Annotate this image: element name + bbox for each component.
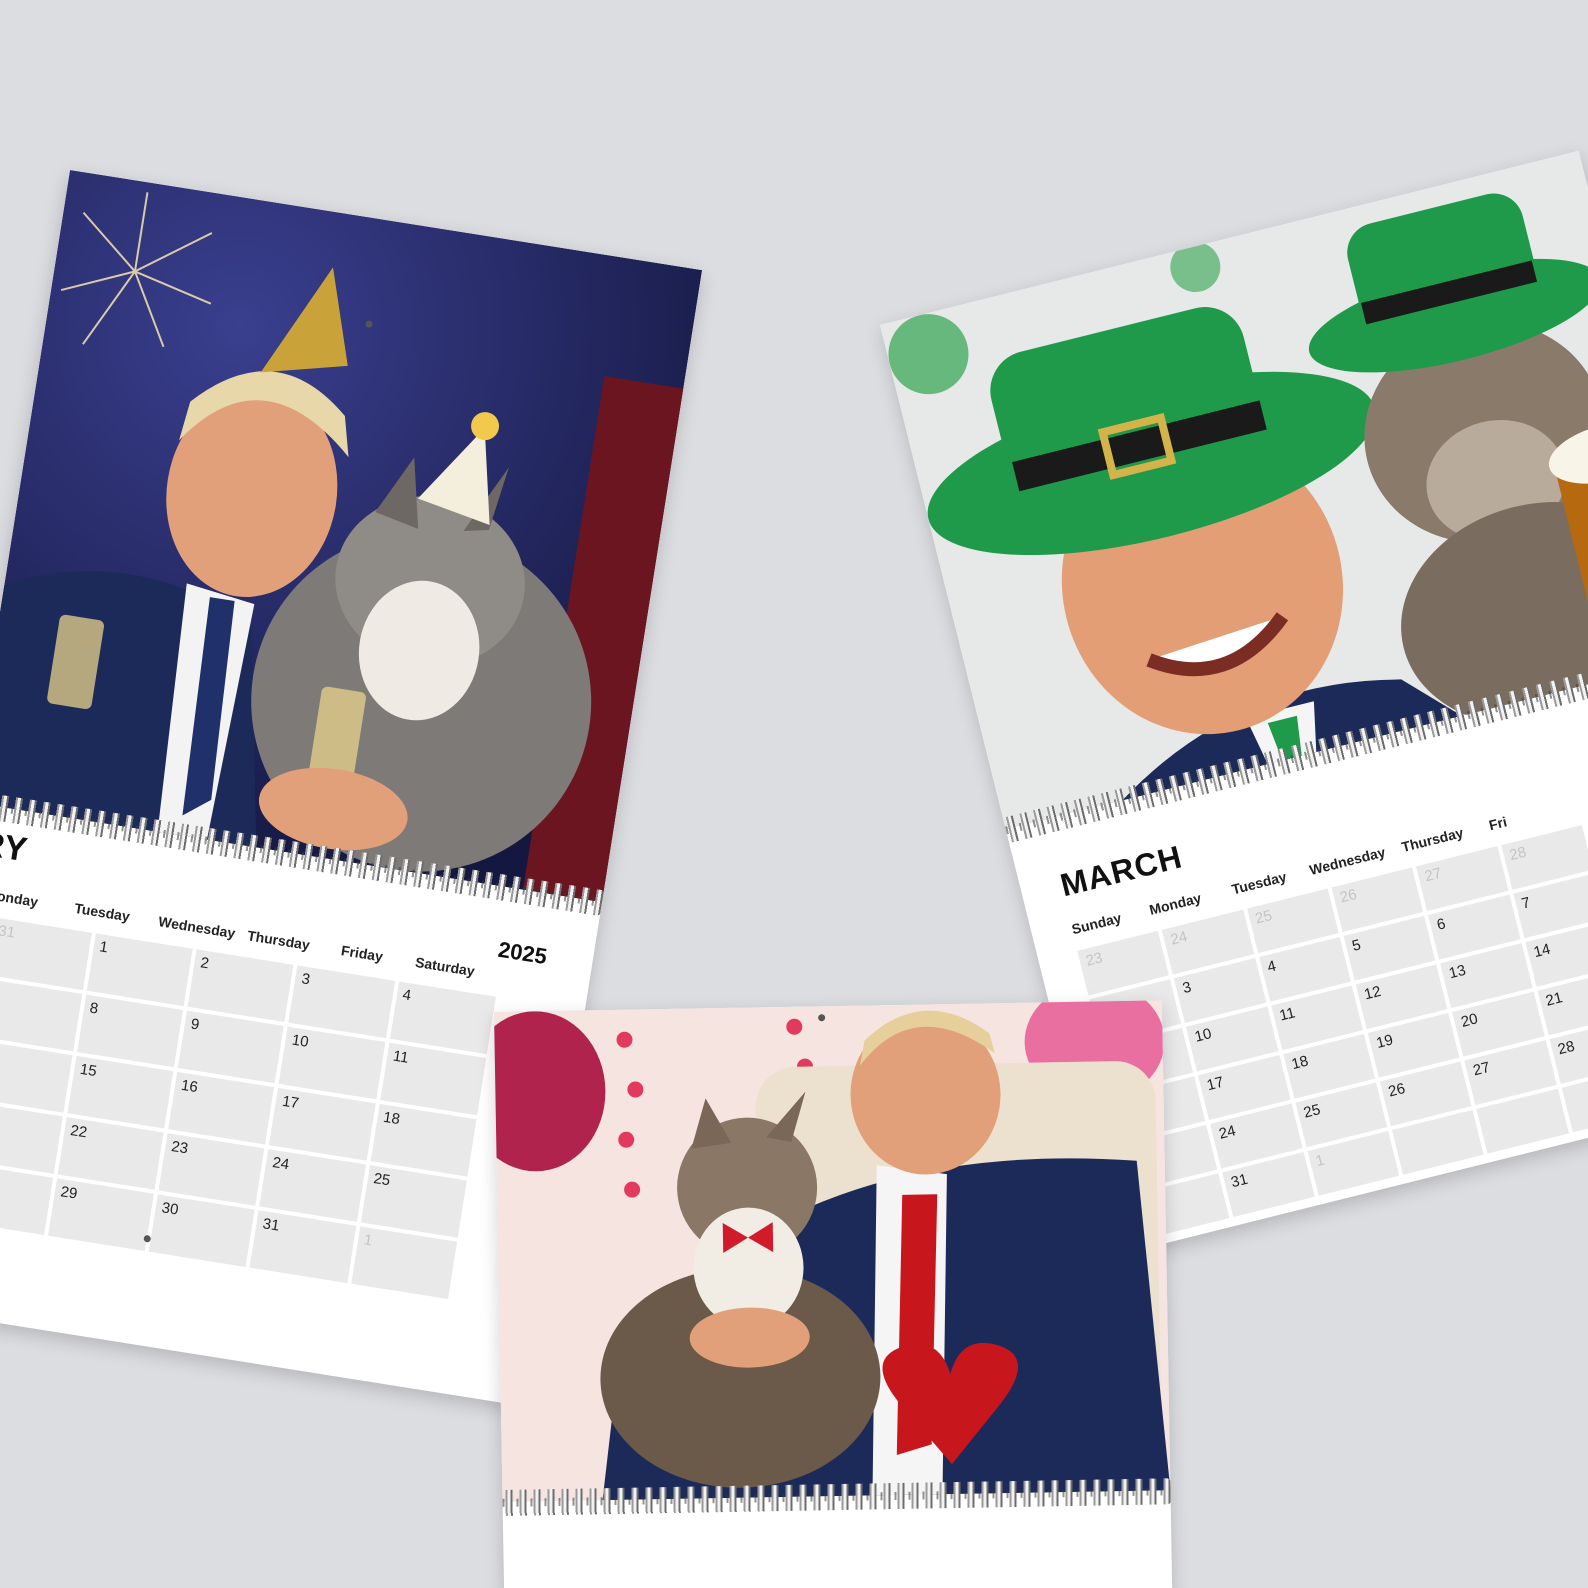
date-cell: 31 (249, 1210, 357, 1284)
date-cell: 29 (47, 1178, 154, 1252)
date-cell: 1 (86, 933, 193, 1007)
day-header: Wednesday (157, 913, 237, 942)
date-cell: 1 (350, 1226, 458, 1300)
march-photo (880, 150, 1588, 830)
date-cell: 4 (389, 981, 496, 1055)
day-header: Tuesday (73, 899, 131, 925)
date-cell: 15 (67, 1055, 174, 1129)
february-calendar-sheet (494, 1000, 1173, 1588)
date-cell: 25 (360, 1165, 467, 1238)
date-cell: 8 (76, 994, 183, 1068)
day-header: Fri (1487, 813, 1509, 834)
date-cell: 21 (0, 1101, 63, 1174)
date-cell: 7 (0, 978, 82, 1052)
date-cell: 14 (0, 1039, 73, 1113)
day-header: Friday (340, 942, 385, 965)
january-year: 2025 (496, 936, 549, 970)
day-header: Thursday (246, 927, 311, 953)
date-cell: 24 (259, 1149, 366, 1222)
day-header: Wednesday (1307, 843, 1387, 879)
date-cell: 16 (168, 1071, 275, 1145)
date-cell: 3 (288, 965, 395, 1039)
day-header: Tuesday (1230, 868, 1289, 898)
february-photo (494, 1000, 1171, 1502)
calendar-product-scene: NUARY 2025 Monday Tuesday Wednesday Thur… (0, 0, 1588, 1588)
date-cell: 9 (177, 1010, 285, 1084)
day-header: Saturday (414, 953, 476, 980)
date-cell: 23 (158, 1133, 265, 1206)
date-cell: 17 (269, 1087, 376, 1161)
day-header: Monday (1147, 889, 1203, 918)
day-header: Monday (0, 885, 40, 910)
march-month-title: MARCH (1056, 838, 1186, 904)
date-cell: 2 (187, 949, 294, 1023)
date-cell: 31 (0, 917, 92, 991)
date-cell: 11 (379, 1042, 487, 1116)
date-cell: 10 (278, 1026, 386, 1100)
date-cell: 28 (0, 1162, 53, 1236)
date-cell: 18 (370, 1103, 477, 1177)
day-header: Sunday (1070, 909, 1123, 938)
day-header: Thursday (1399, 824, 1465, 856)
date-cell: 30 (148, 1194, 255, 1268)
february-hang-hole (818, 1014, 826, 1022)
january-photo (0, 170, 703, 903)
date-cell: 22 (57, 1117, 164, 1190)
